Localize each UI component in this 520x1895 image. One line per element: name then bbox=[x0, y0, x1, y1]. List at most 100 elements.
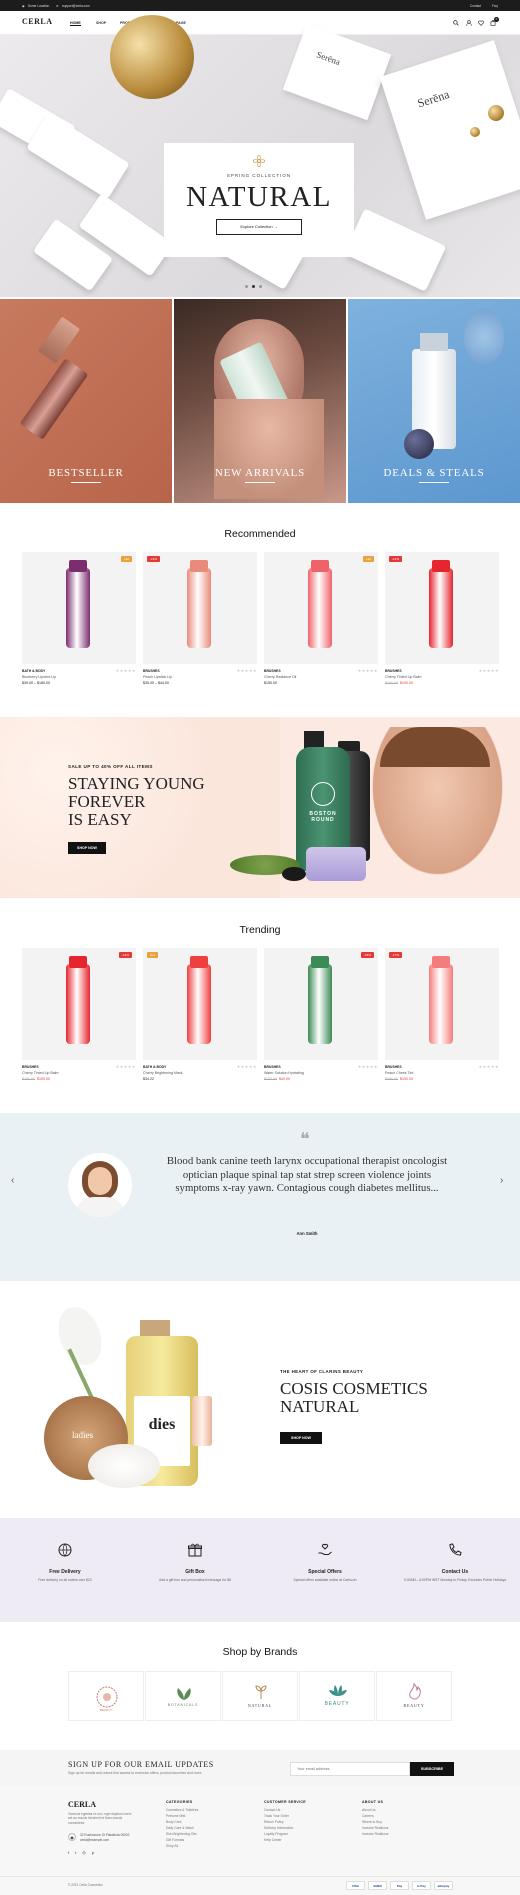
product-image[interactable] bbox=[143, 948, 257, 1060]
product-shape bbox=[187, 568, 211, 648]
testimonial-author: Ann Smith bbox=[296, 1231, 318, 1236]
product-name[interactable]: Cherry Radiance Oil bbox=[264, 675, 296, 679]
topbar-email[interactable]: support@cerla.com bbox=[62, 4, 90, 8]
footer-link[interactable]: Body Care bbox=[166, 1820, 182, 1824]
product-image[interactable] bbox=[385, 552, 499, 664]
lotus-icon bbox=[329, 1685, 347, 1696]
product-name[interactable]: Water Solution Hydrating bbox=[264, 1071, 304, 1075]
payment-method-icon: VISA bbox=[346, 1881, 365, 1890]
brand-logo[interactable]: BEAUTY bbox=[299, 1671, 375, 1721]
product-current-price: $100.00 bbox=[37, 1077, 50, 1081]
footer-link[interactable]: Track Your Order bbox=[264, 1814, 289, 1818]
brand-logo[interactable]: BEAUTY bbox=[68, 1671, 144, 1721]
tile-underline bbox=[419, 482, 449, 483]
product-image[interactable] bbox=[264, 948, 378, 1060]
brand-logo[interactable]: BOTANICALS bbox=[145, 1671, 221, 1721]
footer-link[interactable]: Investor Relations bbox=[362, 1826, 388, 1830]
tile-underline bbox=[245, 482, 275, 483]
search-icon[interactable] bbox=[453, 20, 459, 26]
product-card[interactable]: -14% BRUSHES ★★★★★ Cherry Tinted Lip Bal… bbox=[385, 552, 499, 705]
footer-link[interactable]: Loyalty Program bbox=[264, 1832, 288, 1836]
slider-dot[interactable] bbox=[259, 285, 262, 288]
footer-link[interactable]: Daily Care & Wash bbox=[166, 1826, 194, 1830]
subscribe-button[interactable]: SUBSCRIBE bbox=[410, 1762, 454, 1776]
product-category[interactable]: BATH & BODY bbox=[22, 669, 45, 673]
footer-link[interactable]: Help Center bbox=[264, 1838, 282, 1842]
product-category[interactable]: BRUSHES bbox=[22, 1065, 39, 1069]
footer-link[interactable]: Perfume Mist bbox=[166, 1814, 185, 1818]
category-tile-bestseller[interactable]: BESTSELLER bbox=[0, 299, 172, 503]
product-card[interactable]: -14% BRUSHES ★★★★★ Cherry Tinted Lip Bal… bbox=[22, 948, 136, 1101]
footer-link[interactable]: Careers bbox=[362, 1814, 374, 1818]
product-card[interactable]: Hot BATH & BODY ★★★★★ Blueberry Lipstick… bbox=[22, 552, 136, 705]
wishlist-icon[interactable] bbox=[478, 20, 484, 26]
product-image[interactable] bbox=[22, 948, 136, 1060]
cosis-shop-now-button[interactable]: SHOP NOW bbox=[280, 1432, 322, 1444]
product-name[interactable]: Cherry Tinted Lip Balm bbox=[22, 1071, 59, 1075]
product-category[interactable]: BRUSHES bbox=[385, 1065, 402, 1069]
product-old-price: $190.00 bbox=[385, 1077, 398, 1081]
footer-link[interactable]: Where to Buy bbox=[362, 1820, 382, 1824]
footer-email[interactable]: cerla@example.com bbox=[80, 1838, 109, 1842]
product-category[interactable]: BRUSHES bbox=[385, 669, 402, 673]
cosis-title: COSIS COSMETICS NATURAL bbox=[280, 1380, 428, 1416]
product-name[interactable]: Peach Cheek Tint bbox=[385, 1071, 413, 1075]
pinterest-icon[interactable]: p bbox=[92, 1850, 100, 1855]
section-title-trending: Trending bbox=[239, 924, 281, 936]
footer-link[interactable]: Cosmetics & Toiletries bbox=[166, 1808, 198, 1812]
product-card[interactable]: Hot BATH & BODY ★★★★★ Cherry Brightening… bbox=[143, 948, 257, 1101]
hero-banner: Serēna Serēna SPRING COLLECTION NATURAL … bbox=[0, 15, 520, 297]
chevron-left-icon[interactable]: ‹ bbox=[11, 1175, 14, 1186]
product-card[interactable]: -15% BRUSHES ★★★★★ Water Solution Hydrat… bbox=[264, 948, 378, 1101]
site-logo[interactable]: CERLA bbox=[22, 17, 53, 26]
footer-link[interactable]: About Us bbox=[362, 1808, 376, 1812]
brand-logo[interactable]: BEAUTY bbox=[376, 1671, 452, 1721]
category-tile-deals[interactable]: DEALS & STEALS bbox=[348, 299, 520, 503]
topbar-address: Some Location bbox=[28, 3, 50, 8]
product-category[interactable]: BRUSHES bbox=[264, 669, 281, 673]
product-name[interactable]: Cherry Tinted Lip Balm bbox=[385, 675, 422, 679]
topbar-link-faq[interactable]: Faq bbox=[492, 4, 498, 8]
category-tile-new-arrivals[interactable]: NEW ARRIVALS bbox=[174, 299, 346, 503]
nav-item-home[interactable]: HOME bbox=[70, 21, 81, 26]
slider-dot[interactable] bbox=[252, 285, 255, 288]
footer-link[interactable]: Gift Formats bbox=[166, 1838, 184, 1842]
slider-dot[interactable] bbox=[245, 285, 248, 288]
nav-item-shop[interactable]: SHOP bbox=[96, 21, 106, 25]
instagram-icon[interactable]: ◎ bbox=[82, 1850, 92, 1855]
product-image[interactable] bbox=[264, 552, 378, 664]
footer-link[interactable]: Return Policy bbox=[264, 1820, 284, 1824]
product-image[interactable] bbox=[143, 552, 257, 664]
product-card[interactable]: -13% BRUSHES ★★★★★ Peach Lipstick Lip $3… bbox=[143, 552, 257, 705]
product-card[interactable]: Hot BRUSHES ★★★★★ Cherry Radiance Oil $1… bbox=[264, 552, 378, 705]
product-name[interactable]: Peach Lipstick Lip bbox=[143, 675, 172, 679]
product-category[interactable]: BATH & BODY bbox=[143, 1065, 166, 1069]
product-category[interactable]: BRUSHES bbox=[264, 1065, 281, 1069]
product-image[interactable] bbox=[385, 948, 499, 1060]
explore-collection-button[interactable]: Explore Collection → bbox=[216, 219, 302, 235]
product-category[interactable]: BRUSHES bbox=[143, 669, 160, 673]
footer-link[interactable]: Shop All bbox=[166, 1844, 178, 1848]
topbar-link-contact[interactable]: Contact bbox=[470, 4, 481, 8]
chevron-right-icon[interactable]: › bbox=[500, 1175, 503, 1186]
footer-link[interactable]: Contact Us bbox=[264, 1808, 280, 1812]
product-price: $35.00 – $44.00 bbox=[143, 681, 169, 685]
section-title-brands: Shop by Brands bbox=[222, 1646, 298, 1658]
promo-shop-now-button[interactable]: SHOP NOW bbox=[68, 842, 106, 854]
black-stone bbox=[282, 867, 306, 881]
product-price: $39.00 – $180.00 bbox=[22, 681, 50, 685]
footer-link[interactable]: Skin Brightening Oils bbox=[166, 1832, 197, 1836]
product-image[interactable] bbox=[22, 552, 136, 664]
product-shape bbox=[308, 568, 332, 648]
product-name[interactable]: Cherry Brightening Mask bbox=[143, 1071, 183, 1075]
footer-link[interactable]: Delivery Information bbox=[264, 1826, 293, 1830]
newsletter-email-input[interactable] bbox=[290, 1762, 410, 1776]
brand-logo[interactable]: NATURAL bbox=[222, 1671, 298, 1721]
account-icon[interactable] bbox=[466, 20, 472, 26]
footer-link[interactable]: Investor Relations bbox=[362, 1832, 388, 1836]
product-card[interactable]: -17% BRUSHES ★★★★★ Peach Cheek Tint $190… bbox=[385, 948, 499, 1101]
product-name[interactable]: Blueberry Lipstick Lip bbox=[22, 675, 56, 679]
footer-logo[interactable]: CERLA bbox=[68, 1800, 96, 1809]
tile-label: BESTSELLER bbox=[48, 467, 124, 479]
gold-sphere bbox=[110, 15, 194, 99]
